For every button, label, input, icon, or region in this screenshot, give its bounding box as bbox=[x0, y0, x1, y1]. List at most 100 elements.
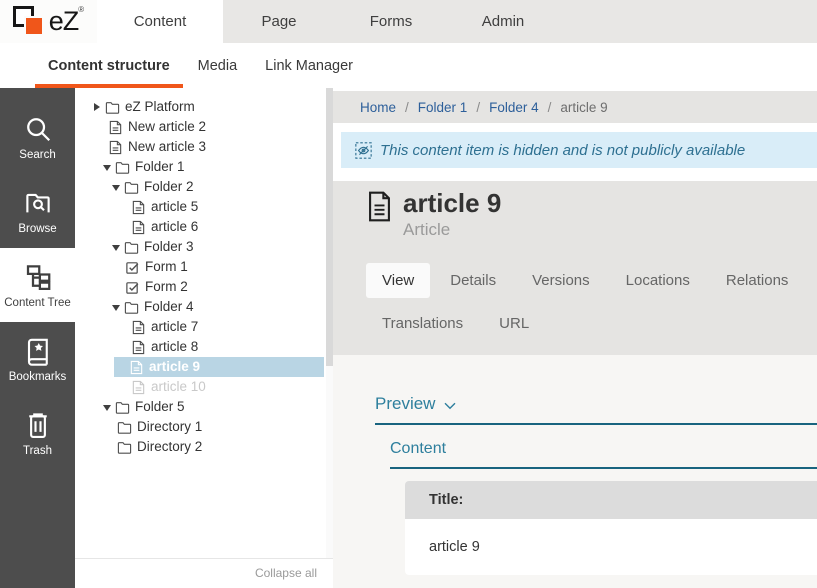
sidebar-item-label: Bookmarks bbox=[9, 371, 67, 383]
folder-icon bbox=[117, 420, 132, 435]
sidebar-item-content-tree[interactable]: Content Tree bbox=[0, 248, 75, 322]
article-icon bbox=[131, 200, 146, 215]
tree-item-ez-platform[interactable]: eZ Platform bbox=[75, 97, 333, 117]
logo-area[interactable]: eZ ® bbox=[0, 0, 97, 43]
tree-item-article-10-hidden[interactable]: article 10 bbox=[75, 377, 333, 397]
content-tabs: View Details Versions Locations Relation… bbox=[366, 263, 817, 341]
breadcrumb: Home / Folder 1 / Folder 4 / article 9 bbox=[333, 91, 817, 123]
content-tree-icon bbox=[23, 262, 53, 292]
breadcrumb-home-link[interactable]: Home bbox=[360, 100, 396, 115]
breadcrumb-folder-4-link[interactable]: Folder 4 bbox=[489, 100, 539, 115]
tab-versions[interactable]: Versions bbox=[516, 263, 606, 298]
tree-item-folder-2[interactable]: Folder 2 bbox=[75, 177, 333, 197]
breadcrumb-separator: / bbox=[548, 100, 552, 115]
tree-item-directory-2[interactable]: Directory 2 bbox=[75, 437, 333, 457]
tab-forms[interactable]: Forms bbox=[335, 0, 447, 43]
folder-icon bbox=[115, 160, 130, 175]
subnav-media[interactable]: Media bbox=[185, 43, 251, 88]
ez-platform-admin: eZ ® Content Page Forms Admin Content st… bbox=[0, 0, 817, 588]
tree-item-folder-4[interactable]: Folder 4 bbox=[75, 297, 333, 317]
breadcrumb-separator: / bbox=[476, 100, 480, 115]
tab-url[interactable]: URL bbox=[483, 306, 545, 341]
expander-expanded-icon[interactable] bbox=[112, 305, 120, 311]
tree-item-directory-1[interactable]: Directory 1 bbox=[75, 417, 333, 437]
tree-item-form-2[interactable]: Form 2 bbox=[75, 277, 333, 297]
view-tab-panel: Preview Content Title: article 9 bbox=[333, 355, 817, 588]
tree-item-folder-3[interactable]: Folder 3 bbox=[75, 237, 333, 257]
fields-table: Title: article 9 bbox=[405, 481, 817, 575]
sidebar-item-browse[interactable]: Browse bbox=[0, 174, 75, 248]
folder-icon bbox=[124, 180, 139, 195]
registered-mark: ® bbox=[78, 5, 84, 14]
tab-translations[interactable]: Translations bbox=[366, 306, 479, 341]
tree-item-form-1[interactable]: Form 1 bbox=[75, 257, 333, 277]
tree-item-new-article-2[interactable]: New article 2 bbox=[75, 117, 333, 137]
tree-item-article-5[interactable]: article 5 bbox=[75, 197, 333, 217]
sidebar-item-search[interactable]: Search bbox=[0, 100, 75, 174]
expander-expanded-icon[interactable] bbox=[103, 165, 111, 171]
subnav-link-manager[interactable]: Link Manager bbox=[252, 43, 366, 88]
ez-logo: eZ ® bbox=[13, 4, 84, 40]
content-tree-panel: eZ Platform New article 2 New article 3 … bbox=[75, 88, 333, 588]
tree-item-new-article-3[interactable]: New article 3 bbox=[75, 137, 333, 157]
sidebar-item-bookmarks[interactable]: Bookmarks bbox=[0, 322, 75, 396]
article-icon bbox=[131, 220, 146, 235]
folder-icon bbox=[124, 300, 139, 315]
tab-details[interactable]: Details bbox=[434, 263, 512, 298]
form-icon bbox=[125, 280, 140, 295]
expander-expanded-icon[interactable] bbox=[103, 405, 111, 411]
expander-expanded-icon[interactable] bbox=[112, 185, 120, 191]
expander-collapsed-icon[interactable] bbox=[94, 103, 100, 111]
sidebar-item-label: Search bbox=[19, 149, 55, 161]
tab-admin[interactable]: Admin bbox=[447, 0, 559, 43]
ez-logo-squares-icon bbox=[13, 6, 49, 40]
sidebar-item-label: Content Tree bbox=[4, 297, 70, 309]
tree-item-article-9-selected[interactable]: article 9 bbox=[114, 357, 324, 377]
main-content: Home / Folder 1 / Folder 4 / article 9 T… bbox=[333, 88, 817, 588]
field-label-title: Title: bbox=[405, 481, 817, 519]
tab-page[interactable]: Page bbox=[223, 0, 335, 43]
breadcrumb-separator: / bbox=[405, 100, 409, 115]
article-icon bbox=[108, 120, 123, 135]
page-title: article 9 bbox=[403, 188, 501, 218]
sidebar-item-label: Browse bbox=[18, 223, 56, 235]
article-type-icon bbox=[366, 191, 393, 222]
form-icon bbox=[125, 260, 140, 275]
article-icon bbox=[131, 340, 146, 355]
ez-logo-text: eZ bbox=[49, 4, 79, 38]
tab-content[interactable]: Content bbox=[97, 0, 223, 43]
field-value-title: article 9 bbox=[405, 519, 817, 575]
preview-section-header[interactable]: Preview bbox=[375, 355, 817, 425]
hidden-eye-icon bbox=[355, 142, 372, 159]
tab-locations[interactable]: Locations bbox=[610, 263, 706, 298]
sidebar: Search Browse Content Tree Bookmarks Tra… bbox=[0, 88, 75, 588]
tree-footer: Collapse all bbox=[75, 558, 333, 588]
folder-icon bbox=[117, 440, 132, 455]
app-body: Search Browse Content Tree Bookmarks Tra… bbox=[0, 88, 817, 588]
tab-relations[interactable]: Relations bbox=[710, 263, 805, 298]
breadcrumb-folder-1-link[interactable]: Folder 1 bbox=[418, 100, 468, 115]
tree-scrollbar[interactable] bbox=[326, 88, 333, 558]
hidden-content-notice-text: This content item is hidden and is not p… bbox=[380, 142, 745, 159]
collapse-all-button[interactable]: Collapse all bbox=[255, 566, 317, 580]
sidebar-item-label: Trash bbox=[23, 445, 52, 457]
tree-scrollbar-thumb[interactable] bbox=[326, 88, 333, 366]
sidebar-item-trash[interactable]: Trash bbox=[0, 396, 75, 470]
tree-item-folder-1[interactable]: Folder 1 bbox=[75, 157, 333, 177]
expander-expanded-icon[interactable] bbox=[112, 245, 120, 251]
hidden-content-notice: This content item is hidden and is not p… bbox=[341, 132, 817, 168]
subnav-content-structure[interactable]: Content structure bbox=[35, 43, 183, 88]
tab-view[interactable]: View bbox=[366, 263, 430, 298]
content-section-header: Content bbox=[390, 425, 817, 469]
tree-item-folder-5[interactable]: Folder 5 bbox=[75, 397, 333, 417]
main-nav: Content Page Forms Admin bbox=[97, 0, 559, 43]
preview-section-label: Preview bbox=[375, 394, 435, 414]
tree-item-article-6[interactable]: article 6 bbox=[75, 217, 333, 237]
tree-item-article-7[interactable]: article 7 bbox=[75, 317, 333, 337]
tree-item-article-8[interactable]: article 8 bbox=[75, 337, 333, 357]
trash-icon bbox=[23, 410, 53, 440]
breadcrumb-current: article 9 bbox=[560, 100, 607, 115]
chevron-down-icon bbox=[444, 402, 456, 410]
browse-icon bbox=[23, 188, 53, 218]
article-icon bbox=[131, 380, 146, 395]
